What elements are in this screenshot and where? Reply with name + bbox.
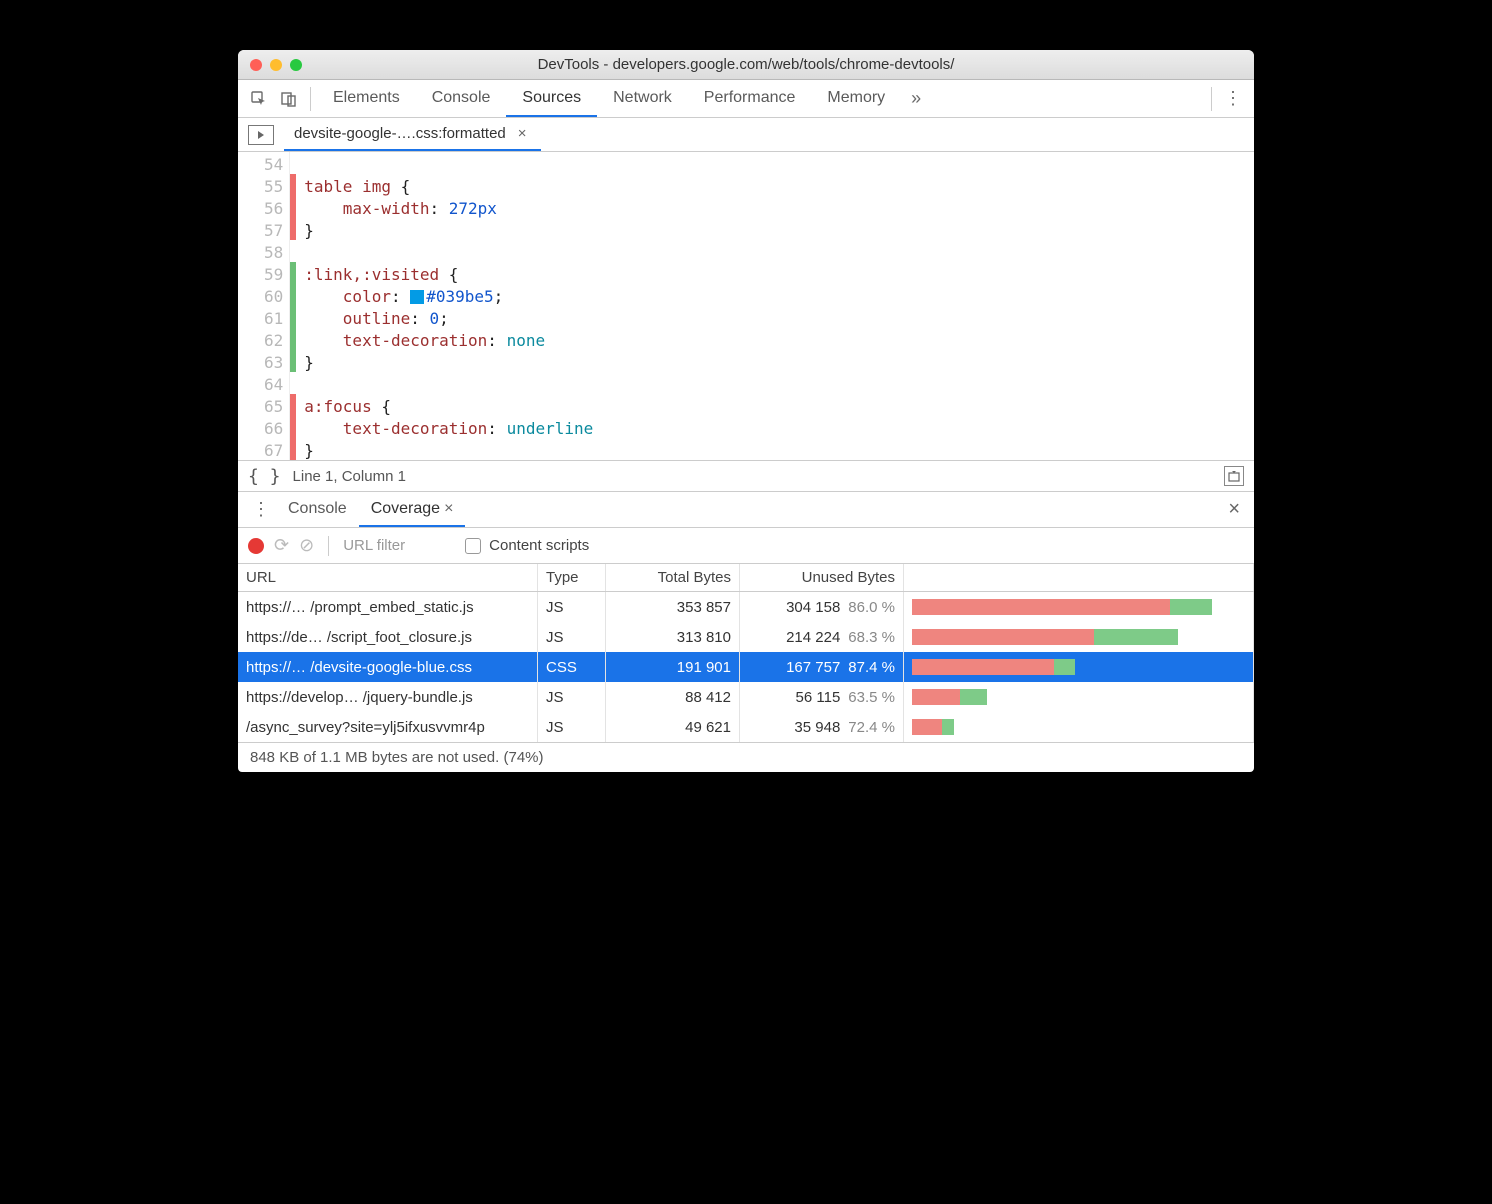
file-tab[interactable]: devsite-google-….css:formatted × bbox=[284, 118, 541, 151]
url-filter-input[interactable]: URL filter bbox=[343, 537, 405, 554]
window-title: DevTools - developers.google.com/web/too… bbox=[238, 56, 1254, 73]
tab-sources[interactable]: Sources bbox=[506, 80, 597, 117]
tab-network[interactable]: Network bbox=[597, 80, 688, 117]
col-header-unused[interactable]: Unused Bytes bbox=[740, 564, 904, 591]
minimize-window-button[interactable] bbox=[270, 59, 282, 71]
drawer-tabbar: ⋮ Console Coverage × × bbox=[238, 492, 1254, 528]
coverage-table-header: URL Type Total Bytes Unused Bytes bbox=[238, 564, 1254, 592]
main-toolbar: Elements Console Sources Network Perform… bbox=[238, 80, 1254, 118]
content-scripts-label: Content scripts bbox=[489, 537, 589, 554]
close-drawer-tab-icon[interactable]: × bbox=[444, 500, 453, 518]
tab-elements[interactable]: Elements bbox=[317, 80, 416, 117]
devtools-window: DevTools - developers.google.com/web/too… bbox=[238, 50, 1254, 772]
col-header-bar bbox=[904, 564, 1254, 591]
cursor-position: Line 1, Column 1 bbox=[293, 468, 406, 485]
coverage-table: URL Type Total Bytes Unused Bytes https:… bbox=[238, 564, 1254, 772]
close-tab-icon[interactable]: × bbox=[514, 123, 531, 144]
tab-console[interactable]: Console bbox=[416, 80, 507, 117]
coverage-toolbar: ⟳ ⊘ URL filter Content scripts bbox=[238, 528, 1254, 564]
reload-icon[interactable]: ⟳ bbox=[274, 535, 289, 556]
pretty-print-icon[interactable]: { } bbox=[248, 466, 281, 487]
coverage-row[interactable]: https://… /prompt_embed_static.jsJS353 8… bbox=[238, 592, 1254, 622]
close-window-button[interactable] bbox=[250, 59, 262, 71]
file-tab-label: devsite-google-….css:formatted bbox=[294, 125, 506, 142]
separator bbox=[1211, 87, 1212, 111]
line-number-gutter: 545556575859606162636465666768 bbox=[238, 152, 290, 460]
drawer-menu-icon[interactable]: ⋮ bbox=[246, 499, 276, 520]
content-scripts-checkbox[interactable] bbox=[465, 538, 481, 554]
zoom-window-button[interactable] bbox=[290, 59, 302, 71]
device-toolbar-icon[interactable] bbox=[274, 84, 304, 114]
col-header-total[interactable]: Total Bytes bbox=[606, 564, 740, 591]
col-header-url[interactable]: URL bbox=[238, 564, 538, 591]
coverage-row[interactable]: https://… /devsite-google-blue.cssCSS191… bbox=[238, 652, 1254, 682]
inspect-element-icon[interactable] bbox=[244, 84, 274, 114]
code-editor[interactable]: 545556575859606162636465666768 table img… bbox=[238, 152, 1254, 460]
close-drawer-icon[interactable]: × bbox=[1222, 498, 1246, 521]
more-tabs-icon[interactable]: » bbox=[901, 84, 931, 114]
record-button[interactable] bbox=[248, 538, 264, 554]
separator bbox=[328, 536, 329, 556]
coverage-row[interactable]: https://develop… /jquery-bundle.jsJS88 4… bbox=[238, 682, 1254, 712]
tab-performance[interactable]: Performance bbox=[688, 80, 812, 117]
kebab-menu-icon[interactable]: ⋮ bbox=[1218, 84, 1248, 114]
coverage-row[interactable]: /async_survey?site=ylj5ifxusvvmr4pJS49 6… bbox=[238, 712, 1254, 742]
show-navigator-icon[interactable] bbox=[248, 125, 274, 145]
col-header-type[interactable]: Type bbox=[538, 564, 606, 591]
clear-icon[interactable]: ⊘ bbox=[299, 535, 314, 556]
coverage-summary: 848 KB of 1.1 MB bytes are not used. (74… bbox=[238, 742, 1254, 772]
drawer-tab-coverage[interactable]: Coverage × bbox=[359, 492, 466, 527]
separator bbox=[310, 87, 311, 111]
drawer-tab-console[interactable]: Console bbox=[276, 492, 359, 527]
source-file-tab-bar: devsite-google-….css:formatted × bbox=[238, 118, 1254, 152]
coverage-row[interactable]: https://de… /script_foot_closure.jsJS313… bbox=[238, 622, 1254, 652]
toggle-sidebar-icon[interactable] bbox=[1224, 466, 1244, 486]
code-content[interactable]: table img { max-width: 272px}:link,:visi… bbox=[296, 152, 593, 460]
titlebar: DevTools - developers.google.com/web/too… bbox=[238, 50, 1254, 80]
editor-status-bar: { } Line 1, Column 1 bbox=[238, 460, 1254, 492]
window-controls bbox=[238, 59, 302, 71]
tab-memory[interactable]: Memory bbox=[811, 80, 901, 117]
